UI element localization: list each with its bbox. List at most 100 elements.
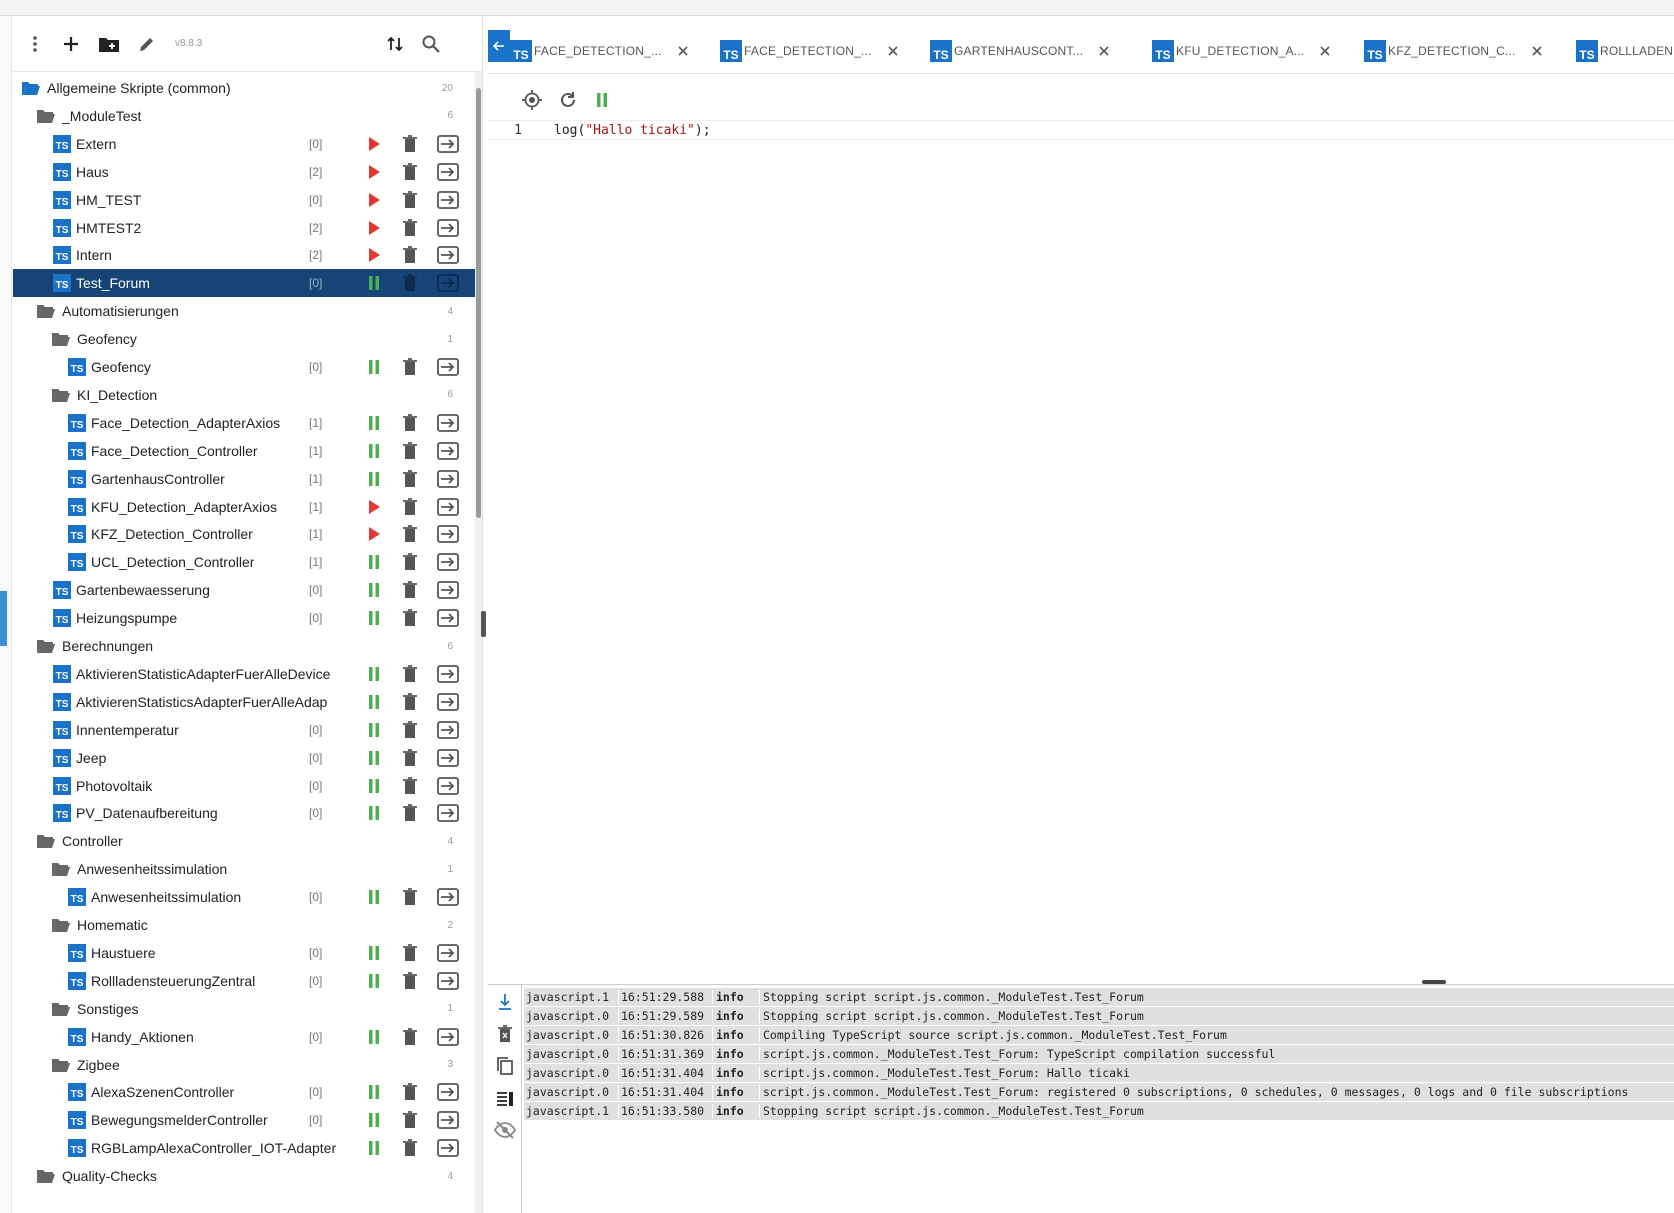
tree-script[interactable]: TS HM_TEST [0] — [13, 186, 475, 214]
tree-script[interactable]: TS AlexaSzenenController [0] — [13, 1078, 475, 1106]
delete-icon[interactable] — [399, 496, 421, 518]
export-icon[interactable] — [437, 244, 459, 266]
play-icon[interactable] — [363, 523, 385, 545]
delete-icon[interactable] — [399, 412, 421, 434]
pause-icon[interactable] — [363, 356, 385, 378]
delete-icon[interactable] — [399, 942, 421, 964]
tree-script[interactable]: TS Extern [0] — [13, 130, 475, 158]
tree-script[interactable]: TS RGBLampAlexaController_IOT-Adapter — [13, 1134, 475, 1162]
edit-icon[interactable] — [133, 30, 161, 58]
pause-icon[interactable] — [363, 663, 385, 685]
tree-folder[interactable]: Allgemeine Skripte (common) 20 — [13, 74, 475, 102]
tree-folder[interactable]: Anwesenheitssimulation 1 — [13, 855, 475, 883]
close-icon[interactable] — [676, 44, 690, 58]
close-icon[interactable] — [1530, 44, 1544, 58]
delete-icon[interactable] — [399, 440, 421, 462]
pause-icon[interactable] — [363, 886, 385, 908]
tree-script[interactable]: TS BewegungsmelderController [0] — [13, 1106, 475, 1134]
tree-folder[interactable]: Quality-Checks 4 — [13, 1162, 475, 1190]
delete-icon[interactable] — [399, 272, 421, 294]
export-icon[interactable] — [437, 1137, 459, 1159]
export-icon[interactable] — [437, 970, 459, 992]
close-icon[interactable] — [886, 44, 900, 58]
export-icon[interactable] — [437, 886, 459, 908]
export-icon[interactable] — [437, 663, 459, 685]
pause-icon[interactable] — [363, 551, 385, 573]
add-folder-icon[interactable] — [95, 30, 123, 58]
export-icon[interactable] — [437, 133, 459, 155]
tree-folder[interactable]: Geofency 1 — [13, 325, 475, 353]
export-icon[interactable] — [437, 607, 459, 629]
export-icon[interactable] — [437, 579, 459, 601]
pause-icon[interactable] — [363, 579, 385, 601]
tree-folder[interactable]: Sonstiges 1 — [13, 995, 475, 1023]
tree-script[interactable]: TS Face_Detection_Controller [1] — [13, 437, 475, 465]
editor-tab[interactable]: TS FACE_DETECTION_... — [510, 32, 690, 70]
delete-icon[interactable] — [399, 579, 421, 601]
visibility-off-icon[interactable] — [492, 1117, 518, 1143]
delete-icon[interactable] — [399, 747, 421, 769]
tree-script[interactable]: TS Geofency [0] — [13, 353, 475, 381]
tree-script[interactable]: TS GartenhausController [1] — [13, 465, 475, 493]
delete-icon[interactable] — [399, 523, 421, 545]
delete-icon[interactable] — [399, 1137, 421, 1159]
export-icon[interactable] — [437, 272, 459, 294]
more-vert-icon[interactable] — [21, 30, 49, 58]
play-icon[interactable] — [363, 189, 385, 211]
pause-icon[interactable] — [363, 691, 385, 713]
log-list-icon[interactable] — [492, 1085, 518, 1111]
sidebar-scrollbar[interactable] — [475, 72, 482, 1213]
code-editor[interactable]: 1 log("Hallo ticaki"); — [488, 118, 1674, 978]
pause-icon[interactable] — [363, 607, 385, 629]
copy-icon[interactable] — [492, 1053, 518, 1079]
tree-folder[interactable]: _ModuleTest 6 — [13, 102, 475, 130]
export-icon[interactable] — [437, 719, 459, 741]
editor-tab[interactable]: TS KFU_DETECTION_A... — [1152, 32, 1332, 70]
close-icon[interactable] — [1318, 44, 1332, 58]
export-icon[interactable] — [437, 691, 459, 713]
tree-folder[interactable]: Zigbee 3 — [13, 1051, 475, 1079]
tree-script[interactable]: TS AktivierenStatisticAdapterFuerAlleDevi… — [13, 660, 475, 688]
export-icon[interactable] — [437, 189, 459, 211]
pause-icon[interactable] — [363, 942, 385, 964]
pause-icon[interactable] — [363, 802, 385, 824]
delete-icon[interactable] — [399, 551, 421, 573]
play-icon[interactable] — [363, 244, 385, 266]
delete-icon[interactable] — [399, 775, 421, 797]
pause-icon[interactable] — [363, 468, 385, 490]
tree-script[interactable]: TS Anwesenheitssimulation [0] — [13, 883, 475, 911]
delete-icon[interactable] — [399, 161, 421, 183]
editor-tab[interactable]: TS GARTENHAUSCONT... — [930, 32, 1111, 70]
tree-folder[interactable]: Automatisierungen 4 — [13, 297, 475, 325]
pause-icon[interactable] — [363, 1109, 385, 1131]
tree-script[interactable]: TS KFZ_Detection_Controller [1] — [13, 520, 475, 548]
close-icon[interactable] — [1097, 44, 1111, 58]
delete-icon[interactable] — [399, 719, 421, 741]
locate-icon[interactable] — [518, 86, 546, 114]
export-icon[interactable] — [437, 775, 459, 797]
tree-script[interactable]: TS Photovoltaik [0] — [13, 772, 475, 800]
tree-script[interactable]: TS Face_Detection_AdapterAxios [1] — [13, 409, 475, 437]
restart-icon[interactable] — [554, 86, 582, 114]
tree-folder[interactable]: Berechnungen 6 — [13, 632, 475, 660]
export-icon[interactable] — [437, 942, 459, 964]
delete-icon[interactable] — [399, 217, 421, 239]
search-icon[interactable] — [417, 30, 445, 58]
scrollbar-thumb[interactable] — [476, 88, 481, 518]
tree-folder[interactable]: Homematic 2 — [13, 911, 475, 939]
editor-tab[interactable]: TS FACE_DETECTION_... — [720, 32, 900, 70]
pause-icon[interactable] — [363, 1137, 385, 1159]
collapse-sidebar-button[interactable] — [488, 30, 510, 62]
export-icon[interactable] — [437, 523, 459, 545]
play-icon[interactable] — [363, 133, 385, 155]
pause-icon[interactable] — [363, 412, 385, 434]
tree-script[interactable]: TS PV_Datenaufbereitung [0] — [13, 799, 475, 827]
code-text[interactable]: log("Hallo ticaki"); — [528, 123, 711, 138]
export-icon[interactable] — [437, 217, 459, 239]
delete-icon[interactable] — [399, 1109, 421, 1131]
delete-icon[interactable] — [399, 886, 421, 908]
export-icon[interactable] — [437, 440, 459, 462]
delete-icon[interactable] — [399, 189, 421, 211]
pause-icon[interactable] — [363, 970, 385, 992]
tree-script[interactable]: TS Jeep [0] — [13, 744, 475, 772]
